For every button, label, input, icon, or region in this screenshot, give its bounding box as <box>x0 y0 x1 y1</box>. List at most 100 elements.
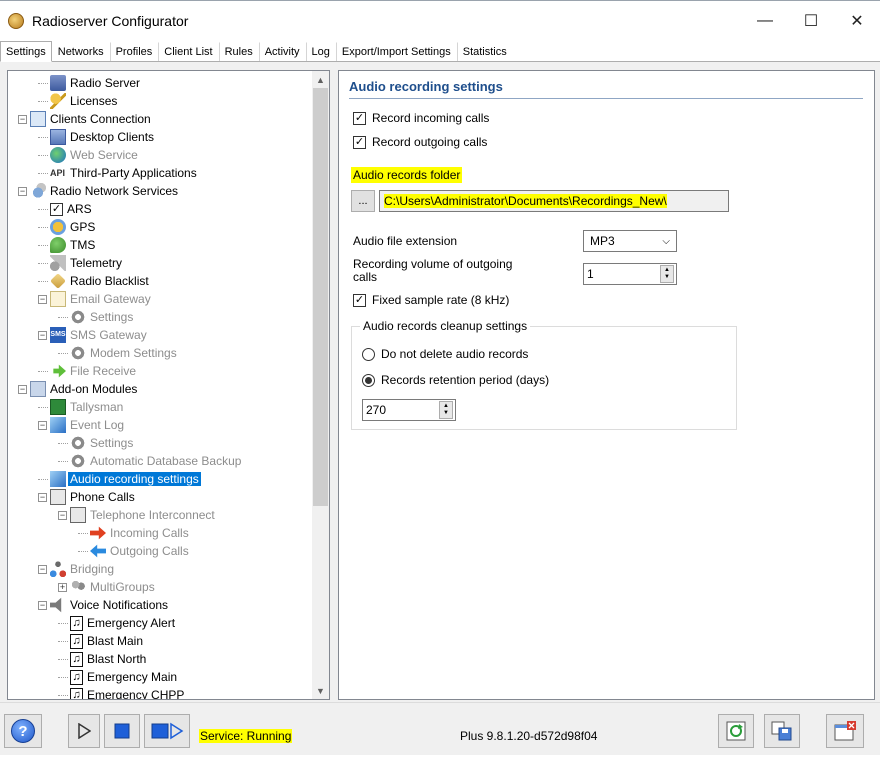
record-incoming-checkbox[interactable]: ✓ <box>353 111 366 125</box>
tree-item[interactable]: Licenses <box>38 92 119 110</box>
no-delete-option[interactable]: Do not delete audio records <box>362 347 528 361</box>
tree-item[interactable]: − Telephone Interconnect <box>58 506 217 524</box>
scroll-thumb[interactable] <box>313 88 328 506</box>
tree-item[interactable]: ♫ Blast North <box>58 650 148 668</box>
tab-rules[interactable]: Rules <box>218 42 259 61</box>
scroll-down-icon[interactable]: ▼ <box>312 682 329 699</box>
tree-item[interactable]: Incoming Calls <box>78 524 191 542</box>
retention-option[interactable]: Records retention period (days) <box>362 373 549 387</box>
tree-item-label: TMS <box>70 238 96 252</box>
folder-path-field[interactable]: C:\Users\Administrator\Documents\Recordi… <box>379 190 729 212</box>
tab-profiles[interactable]: Profiles <box>109 42 159 61</box>
tab-statistics[interactable]: Statistics <box>456 42 513 61</box>
file-extension-select[interactable]: MP3 ⌵ <box>583 230 677 252</box>
tree-item[interactable]: Tallysman <box>38 398 125 416</box>
collapse-icon[interactable]: − <box>38 492 47 502</box>
no-delete-radio[interactable] <box>362 347 375 361</box>
tree-item[interactable]: − Phone Calls <box>38 488 137 506</box>
stop-service-button[interactable] <box>104 714 140 748</box>
tree-item[interactable]: Settings <box>58 308 135 326</box>
tree-item[interactable]: + MultiGroups <box>58 578 157 596</box>
tree-item[interactable]: Settings <box>58 434 135 452</box>
tree-item-label: Licenses <box>70 94 118 108</box>
collapse-icon[interactable]: − <box>38 600 47 610</box>
tree-item-label: Modem Settings <box>90 346 177 360</box>
retention-days-stepper[interactable]: 270 ▲ ▼ <box>362 399 456 421</box>
stepper-arrows-icon[interactable]: ▲ ▼ <box>439 401 453 419</box>
tab-activity[interactable]: Activity <box>258 42 306 61</box>
record-outgoing-checkbox[interactable]: ✓ <box>353 135 366 149</box>
tree-item[interactable]: − SMS SMS Gateway <box>38 326 149 344</box>
close-button[interactable]: ✕ <box>834 1 880 41</box>
tab-log[interactable]: Log <box>305 42 336 61</box>
collapse-icon[interactable]: − <box>38 420 47 430</box>
tree-item[interactable]: − Voice Notifications <box>38 596 170 614</box>
tree-item[interactable]: File Receive <box>38 362 138 380</box>
tree-item[interactable]: ♫ Emergency Main <box>58 668 179 686</box>
record-outgoing-option[interactable]: ✓ Record outgoing calls <box>353 135 487 149</box>
collapse-icon[interactable]: − <box>18 114 27 124</box>
tree-item[interactable]: Modem Settings <box>58 344 179 362</box>
tree-item[interactable]: − Radio Network Services <box>18 182 180 200</box>
folder-row: ... C:\Users\Administrator\Documents\Rec… <box>351 189 729 213</box>
tree-item[interactable]: − Email Gateway <box>38 290 153 308</box>
tree-scrollbar[interactable]: ▲ ▼ <box>312 71 329 699</box>
collapse-icon[interactable]: − <box>18 186 27 196</box>
tree-item[interactable]: TMS <box>38 236 97 254</box>
maximize-button[interactable]: ☐ <box>788 1 834 41</box>
tree-item[interactable]: Automatic Database Backup <box>58 452 243 470</box>
record-incoming-label: Record incoming calls <box>372 111 490 125</box>
restart-service-button[interactable] <box>144 714 190 748</box>
tree-item[interactable]: GPS <box>38 218 97 236</box>
collapse-icon[interactable]: − <box>38 294 47 304</box>
collapse-icon[interactable]: − <box>18 384 27 394</box>
stepper-arrows-icon[interactable]: ▲ ▼ <box>660 265 674 283</box>
tree-item[interactable]: ♫ Emergency CHPP <box>58 686 186 699</box>
refresh-button[interactable] <box>718 714 754 748</box>
collapse-icon[interactable]: − <box>38 330 47 340</box>
fixed-sample-rate-checkbox[interactable]: ✓ <box>353 293 366 307</box>
collapse-icon[interactable]: − <box>38 564 47 574</box>
start-service-button[interactable] <box>68 714 100 748</box>
minimize-button[interactable]: — <box>742 1 788 41</box>
tree-item[interactable]: API Third-Party Applications <box>38 164 199 182</box>
tree-item[interactable]: ♫ Emergency Alert <box>58 614 177 632</box>
tree-item-label: Telemetry <box>70 256 123 270</box>
tree-connector <box>38 406 48 408</box>
tree-item[interactable]: Outgoing Calls <box>78 542 191 560</box>
fixed-sample-rate-label: Fixed sample rate (8 kHz) <box>372 293 510 307</box>
tree-item-label: Voice Notifications <box>70 598 169 612</box>
tab-settings[interactable]: Settings <box>0 41 52 62</box>
browse-button[interactable]: ... <box>351 190 375 212</box>
tab-client-list[interactable]: Client List <box>158 42 219 61</box>
tree-item[interactable]: Audio recording settings <box>38 470 201 488</box>
help-button[interactable]: ? <box>4 714 42 748</box>
tree-item[interactable]: − Event Log <box>38 416 126 434</box>
fixed-sample-rate-option[interactable]: ✓ Fixed sample rate (8 kHz) <box>353 293 509 307</box>
exit-button[interactable] <box>826 714 864 748</box>
settings-tree[interactable]: ▲ ▼ Radio Server Licenses − Clients Connect… <box>7 70 330 700</box>
record-incoming-option[interactable]: ✓ Record incoming calls <box>353 111 489 125</box>
tree-item-label: Incoming Calls <box>110 526 189 540</box>
tree-item[interactable]: ♫ Blast Main <box>58 632 145 650</box>
recording-volume-stepper[interactable]: 1 ▲ ▼ <box>583 263 677 285</box>
tree-item[interactable]: Telemetry <box>38 254 124 272</box>
expand-icon[interactable]: + <box>58 582 67 592</box>
save-button[interactable] <box>764 714 800 748</box>
tree-item[interactable]: Radio Blacklist <box>38 272 151 290</box>
tab-export-import[interactable]: Export/Import Settings <box>335 42 457 61</box>
scroll-up-icon[interactable]: ▲ <box>312 71 329 88</box>
tree-item[interactable]: ✓ ARS <box>38 200 94 218</box>
tab-networks[interactable]: Networks <box>51 42 110 61</box>
recording-volume-label-line2: calls <box>353 270 378 284</box>
tree-item[interactable]: Desktop Clients <box>38 128 156 146</box>
tree-item[interactable]: − Add-on Modules <box>18 380 139 398</box>
collapse-icon[interactable]: − <box>58 510 67 520</box>
tree-item[interactable]: Web Service <box>38 146 140 164</box>
tree-item[interactable]: − Bridging <box>38 560 116 578</box>
retention-radio[interactable] <box>362 373 375 387</box>
tree-connector <box>38 226 48 228</box>
key-icon <box>50 93 66 109</box>
tree-item[interactable]: − Clients Connection <box>18 110 153 128</box>
tree-item[interactable]: Radio Server <box>38 74 142 92</box>
